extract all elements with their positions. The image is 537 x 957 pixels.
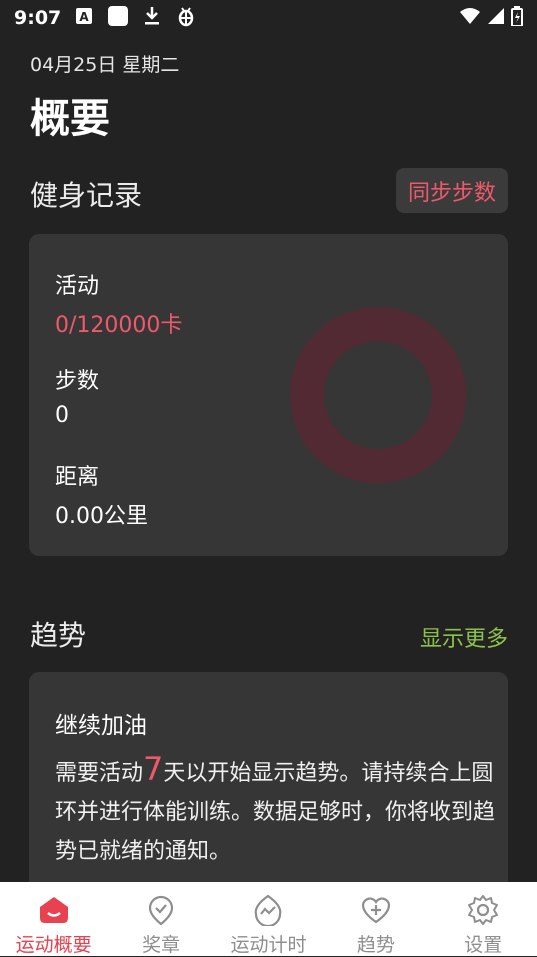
trends-days-value: 7 bbox=[143, 750, 164, 788]
tab-overview-label: 运动概要 bbox=[15, 934, 92, 956]
signal-icon bbox=[487, 7, 505, 30]
blank-square-icon bbox=[107, 5, 129, 32]
tab-overview[interactable]: 运动概要 bbox=[0, 882, 107, 957]
activity-label: 活动 bbox=[55, 274, 100, 299]
fitness-card[interactable]: 活动 0/120000卡 步数 0 距离 0.00公里 bbox=[29, 234, 508, 556]
heart-plus-icon bbox=[361, 897, 390, 924]
tab-badges-label: 奖章 bbox=[142, 934, 181, 956]
trends-body-prefix: 需要活动 bbox=[55, 761, 144, 786]
activity-ring-track bbox=[290, 307, 466, 483]
bottom-tab-bar: 运动概要 奖章 运动计时 趋势 设置 bbox=[0, 882, 537, 956]
timer-icon bbox=[255, 894, 282, 926]
tab-badges[interactable]: 奖章 bbox=[108, 882, 215, 957]
badge-icon bbox=[148, 895, 174, 926]
svg-text:A: A bbox=[80, 10, 90, 24]
text-a-icon: A bbox=[75, 7, 93, 30]
status-bar: 9:07 A bbox=[0, 0, 537, 36]
steps-label: 步数 bbox=[55, 369, 100, 394]
trends-card-title: 继续加油 bbox=[55, 713, 147, 739]
activity-ring bbox=[290, 307, 466, 483]
page-title: 概要 bbox=[30, 96, 110, 142]
fitness-section-title: 健身记录 bbox=[30, 179, 143, 212]
trends-section-title: 趋势 bbox=[30, 619, 87, 652]
bug-icon bbox=[175, 5, 197, 32]
status-time: 9:07 bbox=[14, 7, 62, 29]
download-icon bbox=[143, 6, 161, 31]
distance-value: 0.00公里 bbox=[55, 504, 148, 529]
tab-workout-timer-label: 运动计时 bbox=[230, 934, 307, 956]
tab-settings-label: 设置 bbox=[464, 934, 503, 956]
show-more-link[interactable]: 显示更多 bbox=[420, 621, 508, 653]
sync-steps-button[interactable]: 同步步数 bbox=[395, 168, 508, 213]
wifi-icon bbox=[459, 7, 481, 30]
tab-trends-label: 趋势 bbox=[356, 934, 395, 956]
trends-card-body: 需要活动7天以开始显示趋势。请持续合上圆环并进行体能训练。数据足够时，你将收到趋… bbox=[55, 750, 495, 871]
trends-card: 继续加油 需要活动7天以开始显示趋势。请持续合上圆环并进行体能训练。数据足够时，… bbox=[29, 672, 508, 912]
gear-icon bbox=[468, 895, 499, 925]
tab-workout-timer[interactable]: 运动计时 bbox=[215, 882, 322, 957]
tab-settings[interactable]: 设置 bbox=[430, 882, 537, 957]
steps-value: 0 bbox=[55, 403, 69, 428]
activity-value: 0/120000卡 bbox=[55, 313, 183, 338]
tab-trends[interactable]: 趋势 bbox=[322, 882, 429, 957]
distance-label: 距离 bbox=[55, 465, 100, 490]
date-label: 04月25日 星期二 bbox=[30, 54, 180, 76]
battery-icon bbox=[511, 5, 523, 31]
home-icon bbox=[39, 897, 68, 923]
